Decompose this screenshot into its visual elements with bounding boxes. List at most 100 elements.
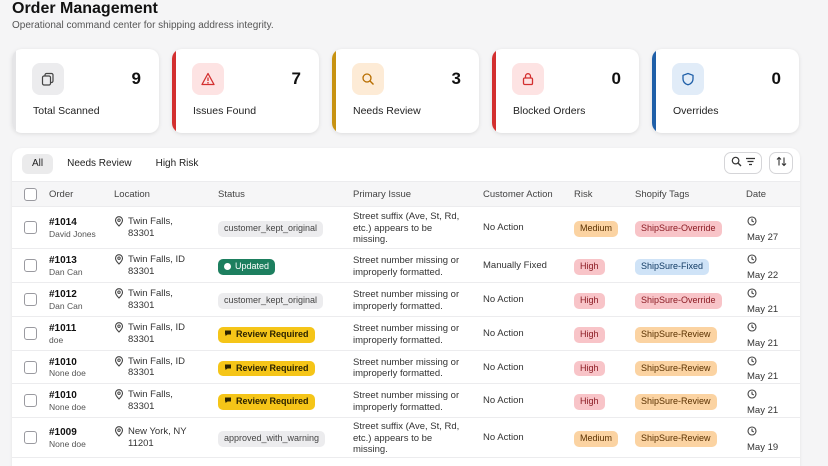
order-cell[interactable]: #1013 Dan Can (49, 255, 83, 278)
shopify-tags-cell: ShipSure-Review (635, 431, 717, 447)
customer-action-cell: Manually Fixed (483, 260, 547, 271)
map-pin-icon (114, 288, 124, 311)
stat-label: Overrides (673, 105, 719, 117)
row-checkbox[interactable] (24, 431, 37, 444)
column-header-location[interactable]: Location (114, 189, 150, 200)
page-subtitle: Operational command center for shipping … (12, 20, 274, 31)
stat-label: Blocked Orders (513, 105, 586, 117)
clock-icon (747, 355, 778, 370)
risk-badge: High (574, 360, 605, 376)
status-badge: Review Required (218, 394, 315, 410)
table-row[interactable]: #1012 Dan Can Twin Falls, 83301 customer_kep… (12, 283, 800, 317)
order-cell[interactable]: #1014 David Jones (49, 217, 96, 240)
table-row[interactable]: #1009 None doe New York, NY 11201 approved_w… (12, 418, 800, 458)
tab-needs-review[interactable]: Needs Review (57, 154, 141, 174)
status-cell: Review Required (218, 327, 315, 343)
location-cell: Twin Falls, ID 83301 (114, 356, 185, 379)
order-cell[interactable]: #1011 doe (49, 323, 76, 346)
location-zip: 83301 (128, 299, 155, 311)
order-number[interactable]: #1010 (49, 390, 86, 402)
customer-name: None doe (49, 401, 86, 412)
row-checkbox[interactable] (24, 327, 37, 340)
map-pin-icon (114, 254, 124, 277)
order-date: May 21 (747, 404, 779, 416)
comment-icon (224, 329, 232, 341)
row-checkbox[interactable] (24, 360, 37, 374)
location-line: New York, NY (128, 426, 187, 437)
order-number[interactable]: #1014 (49, 217, 96, 229)
stat-card-overrides[interactable]: 0 Overrides (652, 49, 799, 133)
location-line: Twin Falls, (128, 216, 173, 227)
issue-line: improperly formatted. (353, 368, 443, 379)
stat-card-total-scanned[interactable]: 9 Total Scanned (12, 49, 159, 133)
column-header-risk[interactable]: Risk (574, 189, 592, 200)
table-row[interactable]: #1011 doe Twin Falls, ID 83301 Review Requir… (12, 317, 800, 351)
column-header-date[interactable]: Date (746, 189, 766, 200)
status-badge: Review Required (218, 360, 315, 376)
column-header-status[interactable]: Status (218, 189, 245, 200)
clock-icon (747, 288, 778, 302)
issue-line: improperly formatted. (353, 334, 443, 346)
location-zip: 83301 (128, 367, 155, 378)
stat-card-issues-found[interactable]: 7 Issues Found (172, 49, 319, 133)
stat-card-blocked-orders[interactable]: 0 Blocked Orders (492, 49, 639, 133)
row-checkbox[interactable] (24, 221, 37, 234)
column-header-primary-issue[interactable]: Primary Issue (353, 189, 411, 200)
risk-badge: Medium (574, 431, 619, 447)
stat-card-needs-review[interactable]: 3 Needs Review (332, 49, 479, 133)
card-accent-bar (172, 49, 176, 133)
order-number[interactable]: #1011 (49, 323, 76, 335)
table-row[interactable]: #1014 David Jones Twin Falls, 83301 customer… (12, 207, 800, 249)
stat-label: Needs Review (353, 105, 421, 117)
select-all-checkbox[interactable] (24, 188, 37, 201)
primary-issue-cell: Street number missing or improperly forma… (353, 390, 459, 413)
table-row[interactable]: #1010 None doe Twin Falls, 83301 Review Requ… (12, 384, 800, 418)
risk-cell: Medium (574, 221, 619, 237)
column-header-order[interactable]: Order (49, 189, 73, 200)
shopify-tag-badge: ShipSure-Override (635, 293, 722, 309)
customer-action-cell: No Action (483, 361, 524, 373)
location-zip: 83301 (128, 227, 155, 239)
table-header: Order Location Status Primary Issue Cust… (12, 181, 800, 207)
date-cell: May 19 (747, 426, 778, 453)
page-title: Order Management (12, 0, 158, 17)
date-cell: May 21 (747, 389, 778, 416)
status-cell: customer_kept_original (218, 221, 324, 237)
order-cell[interactable]: #1010 None doe (49, 390, 86, 413)
order-number[interactable]: #1013 (49, 255, 83, 267)
status-cell: Review Required (218, 360, 315, 376)
order-cell[interactable]: #1010 None doe (49, 357, 86, 380)
shopify-tag-badge: ShipSure-Fixed (635, 259, 710, 275)
row-checkbox[interactable] (24, 293, 37, 306)
row-checkbox[interactable] (24, 394, 37, 407)
stat-value: 0 (611, 69, 621, 88)
column-header-shopify-tags[interactable]: Shopify Tags (635, 189, 689, 200)
search-filter-button[interactable] (724, 152, 762, 174)
shopify-tags-cell: ShipSure-Review (635, 360, 717, 376)
sort-button[interactable] (769, 152, 793, 174)
risk-badge: High (574, 394, 605, 410)
tab-all[interactable]: All (22, 154, 54, 174)
clock-icon (747, 426, 778, 440)
issue-line: Street number missing or (353, 356, 460, 368)
check-circle-icon (224, 263, 231, 271)
column-header-customer-action[interactable]: Customer Action (483, 189, 553, 200)
order-number[interactable]: #1010 (49, 357, 86, 369)
row-checkbox[interactable] (24, 259, 37, 272)
order-cell[interactable]: #1009 None doe (49, 427, 86, 450)
order-number[interactable]: #1009 (49, 427, 86, 439)
shopify-tag-badge: ShipSure-Review (635, 431, 717, 447)
order-cell[interactable]: #1012 Dan Can (49, 289, 83, 312)
tab-high-risk[interactable]: High Risk (146, 154, 209, 174)
card-accent-bar (332, 49, 336, 133)
customer-action-cell: No Action (483, 432, 524, 443)
clock-icon (747, 216, 778, 230)
location-line: Twin Falls, (128, 389, 173, 400)
search-icon (731, 154, 742, 172)
table-row[interactable]: #1013 Dan Can Twin Falls, ID 83301 Updated St… (12, 249, 800, 283)
order-number[interactable]: #1012 (49, 289, 83, 301)
status-cell: approved_with_warning (218, 431, 326, 447)
risk-badge: High (574, 259, 605, 275)
table-row[interactable]: #1010 None doe Twin Falls, ID 83301 Review R… (12, 351, 800, 384)
issue-line: Street suffix (Ave, St, Rd, (353, 211, 460, 222)
